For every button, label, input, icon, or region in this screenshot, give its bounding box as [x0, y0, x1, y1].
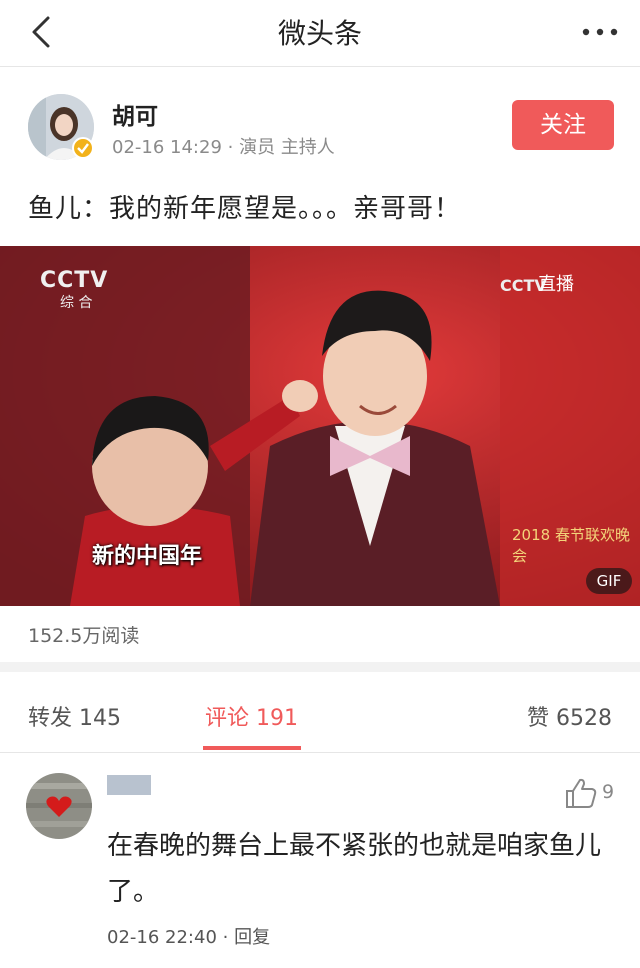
author-name[interactable]: 胡可 — [112, 97, 158, 131]
page-title: 微头条 — [277, 17, 362, 50]
more-button[interactable] — [578, 14, 622, 50]
more-dots-icon — [582, 28, 618, 36]
interaction-tabs: 转发 145 评论 191 赞 6528 — [0, 672, 640, 753]
follow-button[interactable]: 关注 — [512, 100, 614, 150]
cctv-logo: CCTV — [40, 268, 109, 293]
tab-likes[interactable]: 赞 6528 — [527, 700, 612, 732]
verified-badge-icon — [72, 137, 94, 159]
commenter-avatar[interactable] — [26, 773, 92, 839]
comment-item: 9 在春晚的舞台上最不紧张的也就是咱家鱼儿了。 02-16 22:40 · 回复 — [0, 753, 640, 968]
top-bar: 微头条 — [0, 0, 640, 67]
comment-like-count: 9 — [602, 781, 615, 803]
post-gif[interactable]: CCTV 综 合 CCTV 直播 新的中国年 2018 春节联欢晚会 GIF — [0, 246, 640, 606]
author-header: 胡可 02-16 14:29 · 演员 主持人 关注 — [0, 67, 640, 167]
reply-button[interactable]: 回复 — [234, 927, 270, 948]
comment-text: 在春晚的舞台上最不紧张的也就是咱家鱼儿了。 — [107, 831, 602, 907]
section-divider — [0, 662, 640, 672]
comment-meta: 02-16 22:40 · 回复 — [107, 927, 271, 948]
comment-time: 02-16 22:40 — [107, 927, 217, 948]
live-label: 直播 — [538, 274, 574, 295]
tab-comments[interactable]: 评论 191 — [205, 700, 298, 732]
cctv-channel-label: 综 合 — [60, 295, 93, 311]
commenter-name-redacted[interactable] — [107, 775, 151, 795]
post-text: 鱼儿：我的新年愿望是。。。亲哥哥！ — [28, 194, 462, 224]
video-caption: 新的中国年 — [92, 544, 203, 569]
gif-badge: GIF — [586, 568, 632, 594]
thumbs-up-icon — [566, 778, 597, 808]
active-tab-indicator — [203, 746, 301, 750]
tab-repost[interactable]: 转发 145 — [28, 700, 121, 732]
comment-like-button[interactable]: 9 — [564, 777, 634, 811]
post-meta: 02-16 14:29 · 演员 主持人 — [112, 137, 335, 158]
read-count: 152.5万阅读 — [28, 625, 140, 647]
gala-watermark: 2018 春节联欢晚会 — [512, 526, 630, 565]
